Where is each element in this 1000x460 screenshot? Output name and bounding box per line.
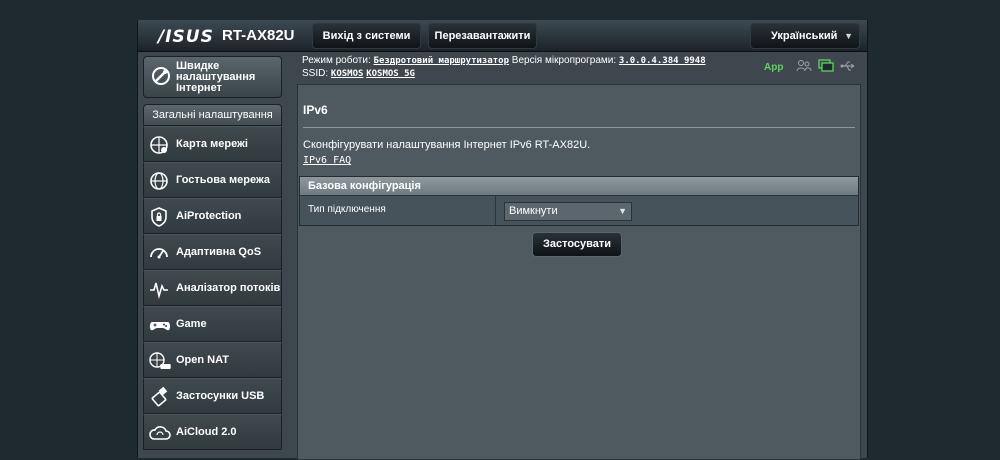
status-bar: Режим роботи: Бездротовий маршрутизатор … <box>298 53 863 81</box>
ipv6-faq-link[interactable]: IPv6 FAQ <box>303 155 351 166</box>
sidebar-item-label: Карта мережі <box>176 138 248 150</box>
basic-config-table: Базова конфігурація Тип підключення Вимк… <box>299 176 859 226</box>
network-map-icon <box>148 134 170 161</box>
table-row: Тип підключення Вимкнути ▼ <box>300 196 858 225</box>
cloud-icon <box>148 422 172 449</box>
page-title: IPv6 <box>303 103 328 117</box>
ssid-5g-link[interactable]: KOSMOS_5G <box>366 69 415 79</box>
gauge-icon <box>148 242 170 269</box>
gamepad-icon <box>148 314 172 341</box>
general-settings-header: Загальні налаштування <box>143 104 282 126</box>
connection-type-cell: Тип підключення <box>300 196 496 225</box>
ipv6-settings-panel: IPv6 Сконфігурувати налаштування Інтерне… <box>297 84 861 460</box>
language-value: Український <box>771 30 838 42</box>
router-page-frame: /ISUS RT-AX82U Вихід з системи Перезаван… <box>137 20 868 460</box>
usb-status-icon[interactable] <box>840 59 856 76</box>
asus-logo: /ISUS <box>158 27 214 47</box>
sidebar-item-aicloud[interactable]: AiCloud 2.0 <box>143 414 282 450</box>
clients-icon[interactable] <box>796 59 812 76</box>
chevron-down-icon: ▼ <box>618 206 627 216</box>
shield-icon <box>148 206 170 233</box>
operation-mode-label: Режим роботи: <box>302 55 371 66</box>
sidebar-item-label: Аналізатор потоків <box>176 282 281 294</box>
status-row-mode: Режим роботи: Бездротовий маршрутизатор … <box>302 55 706 66</box>
guest-network-icon <box>148 170 170 197</box>
quick-setup-label: Швидке налаштування Інтернет <box>176 60 256 94</box>
sidebar-item-open-nat[interactable]: Open NAT <box>143 342 282 378</box>
sidebar-item-guest-network[interactable]: Гостьова мережа <box>143 162 282 198</box>
apply-button[interactable]: Застосувати <box>532 232 622 257</box>
chevron-down-icon: ▼ <box>844 31 853 41</box>
table-header-label: Базова конфігурація <box>308 180 421 192</box>
sidebar-item-game[interactable]: Game <box>143 306 282 342</box>
usb-icon <box>148 386 170 413</box>
operation-mode-link[interactable]: Бездротовий маршрутизатор <box>374 56 509 66</box>
app-link[interactable]: App <box>764 62 783 73</box>
sidebar-item-label: Game <box>176 318 207 330</box>
sidebar-menu: Карта мережі Гостьова мережа AiProtectio… <box>143 126 282 450</box>
ssid-2g-link[interactable]: KOSMOS <box>331 69 364 79</box>
sidebar-item-aiprotection[interactable]: AiProtection <box>143 198 282 234</box>
sidebar-item-label: Open NAT <box>176 354 229 366</box>
ssid-label: SSID: <box>302 68 329 79</box>
connection-type-select[interactable]: Вимкнути ▼ <box>504 202 632 221</box>
sidebar-item-label: Застосунки USB <box>176 390 265 402</box>
sidebar-item-adaptive-qos[interactable]: Адаптивна QoS <box>143 234 282 270</box>
router-model: RT-AX82U <box>222 27 295 44</box>
title-divider <box>303 127 855 128</box>
sidebar-item-label: Гостьова мережа <box>176 174 271 186</box>
traffic-analyzer-icon <box>148 278 170 305</box>
firmware-version-link[interactable]: 3.0.0.4.384_9948 <box>619 56 706 66</box>
connection-type-label: Тип підключення <box>308 204 386 215</box>
sidebar-item-traffic-analyzer[interactable]: Аналізатор потоків <box>143 270 282 306</box>
sidebar-item-network-map[interactable]: Карта мережі <box>143 126 282 162</box>
sidebar-item-label: Адаптивна QoS <box>176 246 262 258</box>
sidebar-item-label: AiProtection <box>176 210 242 222</box>
language-select[interactable]: Український ▼ <box>750 23 860 49</box>
sidebar-item-label: AiCloud 2.0 <box>176 426 237 438</box>
internet-status-icon[interactable] <box>818 59 834 76</box>
top-header: /ISUS RT-AX82U Вихід з системи Перезаван… <box>138 20 867 52</box>
logout-button[interactable]: Вихід з системи <box>312 23 421 49</box>
open-nat-icon <box>148 350 172 377</box>
page-description: Сконфігурувати налаштування Інтернет IPv… <box>303 139 591 151</box>
table-header: Базова конфігурація <box>300 177 858 196</box>
status-row-ssid: SSID: KOSMOS KOSMOS_5G <box>302 68 415 79</box>
wizard-icon <box>150 65 172 92</box>
reboot-button[interactable]: Перезавантажити <box>428 23 537 49</box>
quick-internet-setup-button[interactable]: Швидке налаштування Інтернет <box>143 56 282 98</box>
firmware-label: Версія мікропрограми: <box>511 55 617 66</box>
connection-type-value: Вимкнути <box>509 205 558 217</box>
sidebar-item-usb-apps[interactable]: Застосунки USB <box>143 378 282 414</box>
